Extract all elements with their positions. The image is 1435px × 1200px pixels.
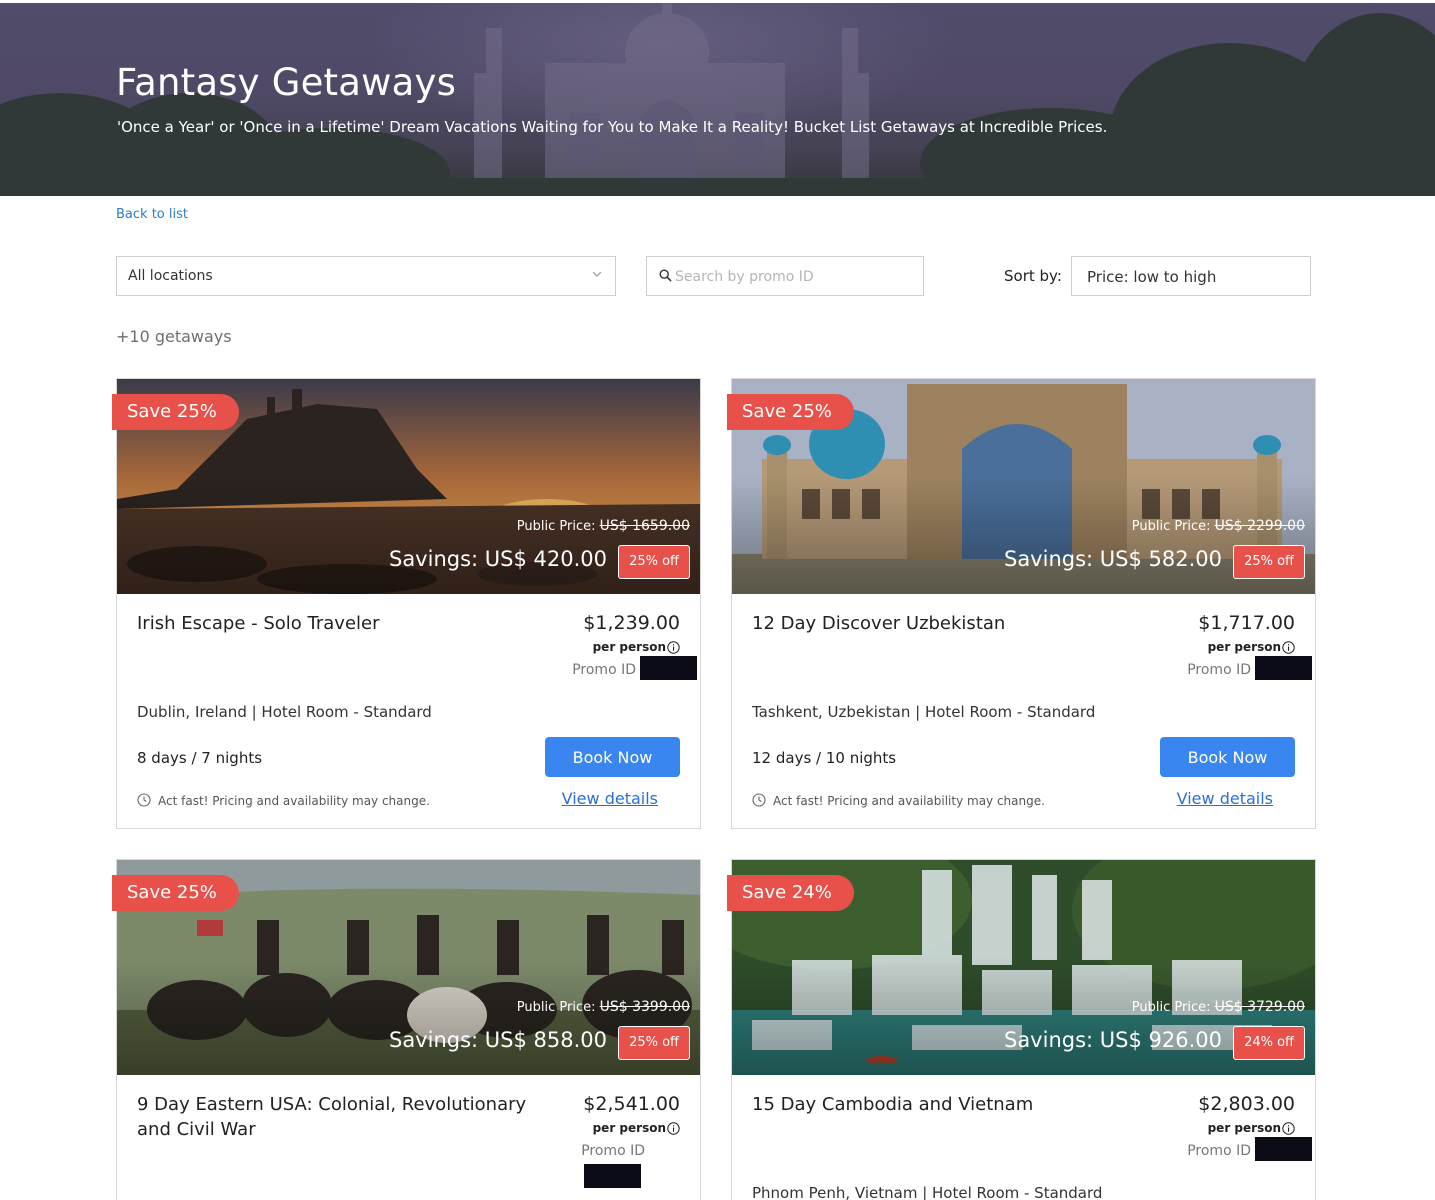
getaway-price: $1,239.00	[583, 612, 680, 634]
getaway-location: Tashkent, Uzbekistan | Hotel Room - Stan…	[752, 703, 1096, 721]
location-select[interactable]: All locations	[116, 256, 616, 296]
book-now-button[interactable]: Book Now	[545, 737, 680, 777]
view-details-link[interactable]: View details	[562, 789, 658, 808]
promo-id-redacted	[640, 656, 697, 680]
public-price-value: US$ 2299.00	[1214, 518, 1305, 534]
getaway-location: Dublin, Ireland | Hotel Room - Standard	[137, 703, 432, 721]
public-price-label: Public Price:	[516, 519, 596, 534]
chevron-down-icon	[592, 271, 602, 277]
per-person-label: per person	[592, 1121, 666, 1135]
discount-badge: 24% off	[1233, 1026, 1305, 1060]
per-person-label: per person	[592, 640, 666, 654]
clock-icon	[752, 793, 766, 807]
results-count: +10 getaways	[116, 327, 232, 346]
promo-id-label: Promo ID	[572, 662, 636, 678]
info-icon[interactable]	[667, 641, 680, 654]
promo-id-label: Promo ID	[1187, 1143, 1251, 1159]
public-price-value: US$ 3729.00	[1214, 999, 1305, 1015]
savings-amount: Savings: US$ 582.00	[1003, 547, 1222, 571]
save-badge: Save 25%	[112, 875, 239, 911]
page-title: Fantasy Getaways	[116, 61, 457, 104]
getaway-title[interactable]: 9 Day Eastern USA: Colonial, Revolutiona…	[137, 1092, 557, 1142]
promo-id-label: Promo ID	[581, 1143, 645, 1159]
availability-note: Act fast! Pricing and availability may c…	[137, 793, 430, 808]
public-price-value: US$ 3399.00	[599, 999, 690, 1015]
getaway-price: $2,803.00	[1198, 1093, 1295, 1115]
view-details-link[interactable]: View details	[1177, 789, 1273, 808]
save-badge: Save 25%	[727, 394, 854, 430]
per-person-label: per person	[1207, 1121, 1281, 1135]
availability-text: Act fast! Pricing and availability may c…	[773, 794, 1045, 808]
promo-id-redacted	[1255, 656, 1312, 680]
save-badge: Save 25%	[112, 394, 239, 430]
public-price: Public Price: US$ 1659.00	[517, 518, 690, 534]
info-icon[interactable]	[667, 1122, 680, 1135]
promo-id-redacted	[584, 1164, 641, 1188]
getaway-card: Save 24% Public Price: US$ 3729.00 Savin…	[727, 859, 1316, 1200]
back-to-list-link[interactable]: Back to list	[116, 207, 188, 222]
page-subtitle: 'Once a Year' or 'Once in a Lifetime' Dr…	[117, 118, 1108, 136]
public-price-value: US$ 1659.00	[599, 518, 690, 534]
public-price-label: Public Price:	[1131, 519, 1211, 534]
availability-text: Act fast! Pricing and availability may c…	[158, 794, 430, 808]
promo-search-input[interactable]	[675, 266, 915, 288]
promo-id-label: Promo ID	[1187, 662, 1251, 678]
public-price: Public Price: US$ 3729.00	[1132, 999, 1305, 1015]
getaway-location: Phnom Penh, Vietnam | Hotel Room - Stand…	[752, 1184, 1103, 1200]
save-badge: Save 24%	[727, 875, 854, 911]
clock-icon	[137, 793, 151, 807]
public-price: Public Price: US$ 2299.00	[1132, 518, 1305, 534]
getaway-price: $1,717.00	[1198, 612, 1295, 634]
public-price-label: Public Price:	[516, 1000, 596, 1015]
per-person-label: per person	[1207, 640, 1281, 654]
getaway-title[interactable]: 15 Day Cambodia and Vietnam	[752, 1092, 1172, 1117]
promo-search-box[interactable]	[646, 256, 924, 296]
discount-badge: 25% off	[1233, 545, 1305, 579]
sort-select[interactable]: Price: low to high	[1071, 256, 1311, 296]
getaway-card: Save 25% Public Price: US$ 3399.00 Savin…	[112, 859, 701, 1200]
getaway-title[interactable]: 12 Day Discover Uzbekistan	[752, 611, 1172, 636]
search-icon	[659, 269, 672, 282]
public-price: Public Price: US$ 3399.00	[517, 999, 690, 1015]
getaway-title[interactable]: Irish Escape - Solo Traveler	[137, 611, 557, 636]
promo-id-redacted	[1255, 1137, 1312, 1161]
sort-label: Sort by:	[1004, 267, 1062, 285]
getaway-card: Save 25% Public Price: US$ 1659.00 Savin…	[112, 378, 701, 829]
info-icon[interactable]	[1282, 1122, 1295, 1135]
getaway-duration: 8 days / 7 nights	[137, 749, 263, 767]
public-price-label: Public Price:	[1131, 1000, 1211, 1015]
hero-banner: Fantasy Getaways 'Once a Year' or 'Once …	[0, 3, 1435, 196]
sort-select-value: Price: low to high	[1087, 268, 1217, 286]
info-icon[interactable]	[1282, 641, 1295, 654]
savings-amount: Savings: US$ 926.00	[1003, 1028, 1222, 1052]
getaway-duration: 12 days / 10 nights	[752, 749, 897, 767]
getaway-card: Save 25% Public Price: US$ 2299.00 Savin…	[727, 378, 1316, 829]
discount-badge: 25% off	[618, 1026, 690, 1060]
availability-note: Act fast! Pricing and availability may c…	[752, 793, 1045, 808]
discount-badge: 25% off	[618, 545, 690, 579]
getaway-price: $2,541.00	[583, 1093, 680, 1115]
savings-amount: Savings: US$ 420.00	[388, 547, 607, 571]
book-now-button[interactable]: Book Now	[1160, 737, 1295, 777]
location-select-value: All locations	[128, 268, 213, 284]
savings-amount: Savings: US$ 858.00	[388, 1028, 607, 1052]
